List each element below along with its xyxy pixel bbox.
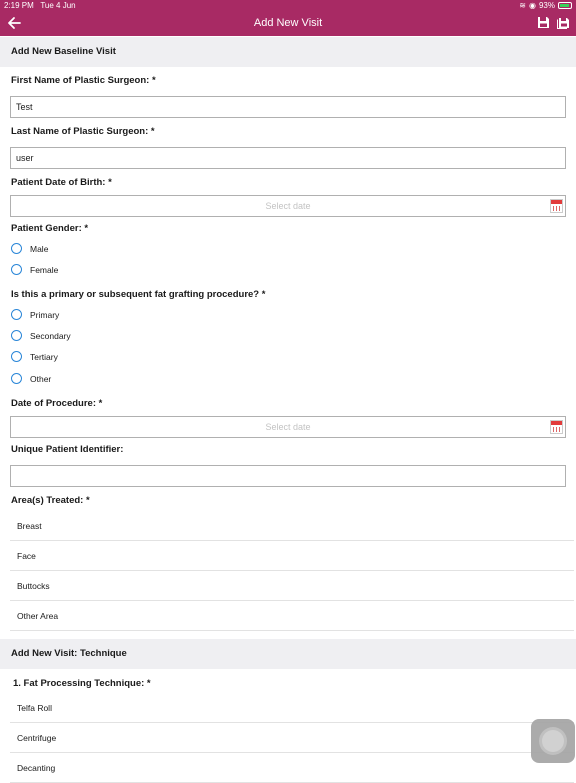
area-option-breast[interactable]: Breast — [10, 511, 574, 541]
status-time: 2:19 PM — [4, 1, 34, 10]
gender-label: Patient Gender: * — [11, 223, 89, 234]
section-header-technique: Add New Visit: Technique — [0, 639, 576, 669]
dob-label: Patient Date of Birth: * — [11, 177, 112, 188]
assistive-touch-button[interactable] — [531, 719, 575, 763]
procedure-type-primary[interactable]: Primary — [11, 307, 59, 322]
radio-button[interactable] — [11, 351, 22, 362]
area-option-face[interactable]: Face — [10, 541, 574, 571]
battery-percent: 93% — [538, 1, 555, 10]
procedure-type-secondary[interactable]: Secondary — [11, 328, 71, 343]
calendar-icon[interactable] — [550, 420, 563, 434]
procedure-type-tertiary[interactable]: Tertiary — [11, 349, 58, 364]
floppy-disk-stack-icon[interactable] — [557, 16, 570, 29]
gender-option-male[interactable]: Male — [11, 241, 48, 256]
procedure-type-option-label: Tertiary — [30, 351, 58, 362]
status-date: Tue 4 Jun — [40, 1, 76, 10]
section-header-baseline: Add New Baseline Visit — [0, 37, 576, 67]
assistive-touch-icon — [542, 730, 564, 752]
procedure-type-label: Is this a primary or subsequent fat graf… — [11, 289, 266, 300]
procedure-type-option-label: Primary — [30, 309, 60, 320]
dob-placeholder: Select date — [265, 201, 311, 211]
page-title: Add New Visit — [253, 17, 323, 29]
upi-label: Unique Patient Identifier: — [11, 444, 124, 455]
last-name-label: Last Name of Plastic Surgeon: * — [11, 126, 155, 137]
orientation-lock-icon: ◉ — [529, 1, 536, 10]
floppy-disk-icon[interactable] — [537, 16, 550, 29]
radio-button[interactable] — [11, 243, 22, 254]
radio-button[interactable] — [11, 373, 22, 384]
areas-label: Area(s) Treated: * — [11, 495, 90, 506]
procedure-date-picker[interactable]: Select date — [10, 416, 566, 438]
first-name-input[interactable]: Test — [10, 96, 566, 118]
procedure-date-label: Date of Procedure: * — [11, 398, 103, 409]
fat-processing-option-telfa-roll[interactable]: Telfa Roll — [10, 693, 574, 723]
fat-processing-option-centrifuge[interactable]: Centrifuge — [10, 723, 574, 753]
status-bar: 2:19 PM Tue 4 Jun ≋ ◉ 93% — [0, 0, 576, 11]
status-indicators: ≋ ◉ 93% — [519, 0, 572, 11]
area-option-other[interactable]: Other Area — [10, 601, 574, 631]
procedure-type-option-label: Other — [30, 373, 52, 384]
procedure-date-placeholder: Select date — [265, 422, 311, 432]
procedure-type-other[interactable]: Other — [11, 371, 51, 386]
fat-processing-label: 1. Fat Processing Technique: * — [13, 678, 151, 689]
first-name-label: First Name of Plastic Surgeon: * — [11, 75, 156, 86]
procedure-type-option-label: Secondary — [30, 330, 71, 341]
wifi-icon: ≋ — [519, 1, 526, 10]
gender-option-female[interactable]: Female — [11, 262, 58, 277]
calendar-icon[interactable] — [550, 199, 563, 213]
gender-option-label: Male — [30, 243, 49, 254]
fat-processing-option-decanting[interactable]: Decanting — [10, 753, 574, 783]
radio-button[interactable] — [11, 264, 22, 275]
radio-button[interactable] — [11, 330, 22, 341]
radio-button[interactable] — [11, 309, 22, 320]
upi-input[interactable] — [10, 465, 566, 487]
status-time-date: 2:19 PM Tue 4 Jun — [4, 0, 76, 11]
last-name-input[interactable]: user — [10, 147, 566, 169]
battery-icon — [558, 2, 572, 9]
nav-bar: Add New Visit — [0, 11, 576, 36]
area-option-buttocks[interactable]: Buttocks — [10, 571, 574, 601]
dob-date-picker[interactable]: Select date — [10, 195, 566, 217]
gender-option-label: Female — [30, 264, 59, 275]
